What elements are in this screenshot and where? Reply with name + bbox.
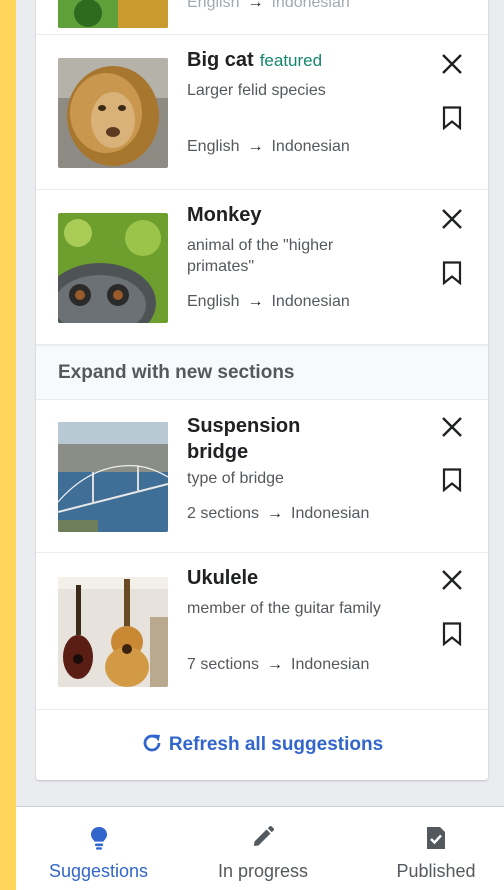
bookmark-button[interactable] — [435, 256, 469, 290]
nav-tab-published[interactable]: Published — [361, 807, 504, 890]
pencil-icon — [254, 825, 275, 846]
bookmark-button[interactable] — [435, 463, 469, 497]
section-count: 7 sections → Indonesian — [187, 656, 369, 674]
target-language: Indonesian — [271, 0, 350, 11]
suggestion-description: type of bridge — [187, 470, 284, 487]
nav-label: Suggestions — [48, 861, 149, 881]
language-pair: English → Indonesian — [187, 138, 350, 156]
ukulele-thumbnail — [58, 577, 168, 687]
bridge-thumbnail — [58, 422, 168, 532]
nav-tab-in-progress[interactable]: In progress — [188, 807, 338, 890]
close-icon — [442, 570, 462, 590]
lightbulb-icon — [90, 827, 107, 850]
target-language: Indonesian — [271, 293, 350, 310]
bookmark-button[interactable] — [435, 101, 469, 135]
suggestion-title[interactable]: Monkey — [187, 204, 261, 226]
suggestion-title[interactable]: Big cat — [187, 49, 254, 71]
suggestion-title-row: Big cat featured — [187, 48, 407, 74]
bookmark-icon — [442, 261, 462, 285]
suggestion-title[interactable]: Suspension bridge — [187, 415, 300, 463]
suggestion-description: Larger felid species — [187, 82, 326, 99]
source-language: English — [187, 293, 240, 310]
refresh-icon — [143, 734, 161, 752]
list-item[interactable]: Monkey animal of the "higher primates" E… — [36, 190, 488, 345]
suggestion-title[interactable]: Ukulele — [187, 567, 258, 589]
section-header-label: Expand with new sections — [58, 362, 295, 383]
section-count-label: 7 sections — [187, 656, 260, 673]
list-item[interactable]: Suspension bridge type of bridge 2 secti… — [36, 400, 488, 553]
suggestion-description: member of the guitar family — [187, 600, 381, 617]
arrow-right-icon: → — [267, 505, 284, 522]
bookmark-icon — [442, 468, 462, 492]
suggestion-title-row: Suspension bridge — [187, 414, 337, 466]
dismiss-button[interactable] — [435, 202, 469, 236]
lion-thumbnail — [58, 58, 168, 168]
section-count: 2 sections → Indonesian — [187, 505, 369, 523]
dismiss-button[interactable] — [435, 410, 469, 444]
dismiss-button[interactable] — [435, 47, 469, 81]
suggestion-title-row: Monkey — [187, 203, 407, 229]
list-item[interactable]: Big cat featured Larger felid species Eng… — [36, 35, 488, 190]
source-language: English — [187, 0, 240, 11]
close-icon — [442, 54, 462, 74]
language-pair: English → Indonesian — [187, 293, 350, 311]
refresh-label: Refresh all suggestions — [168, 734, 384, 755]
target-language: Indonesian — [291, 656, 370, 673]
dismiss-button[interactable] — [435, 563, 469, 597]
arrow-right-icon: → — [247, 138, 264, 155]
featured-badge: featured — [259, 51, 323, 70]
nav-label: In progress — [217, 861, 309, 881]
arrow-right-icon: → — [247, 293, 264, 310]
section-count-label: 2 sections — [187, 505, 260, 522]
target-language: Indonesian — [291, 505, 370, 522]
suggestion-title-row: Ukulele — [187, 566, 407, 592]
list-item[interactable]: English → Indonesian — [36, 0, 488, 35]
source-language: English — [187, 138, 240, 155]
list-item[interactable]: Ukulele member of the guitar family 7 se… — [36, 553, 488, 710]
arrow-right-icon: → — [247, 0, 264, 11]
bookmark-icon — [442, 106, 462, 130]
bookmark-button[interactable] — [435, 617, 469, 651]
nav-tab-suggestions[interactable]: Suggestions — [26, 807, 171, 890]
suggestions-card: English → Indonesian Big cat featured La… — [36, 0, 488, 780]
arrow-right-icon: → — [267, 656, 284, 673]
refresh-suggestions-button[interactable]: Refresh all suggestions — [36, 730, 488, 760]
bookmark-icon — [442, 622, 462, 646]
close-icon — [442, 209, 462, 229]
monkey-thumbnail — [58, 213, 168, 323]
suggestion-description: animal of the "higher primates" — [187, 237, 334, 275]
nav-label: Published — [396, 861, 476, 881]
bottom-navigation: Suggestions In progress Published — [16, 806, 504, 890]
language-pair: English → Indonesian — [187, 0, 350, 12]
section-header: Expand with new sections — [36, 345, 488, 400]
app-screen: English → Indonesian Big cat featured La… — [16, 0, 504, 890]
target-language: Indonesian — [271, 138, 350, 155]
greenery-thumbnail — [58, 0, 168, 28]
close-icon — [442, 417, 462, 437]
document-check-icon — [427, 827, 445, 849]
